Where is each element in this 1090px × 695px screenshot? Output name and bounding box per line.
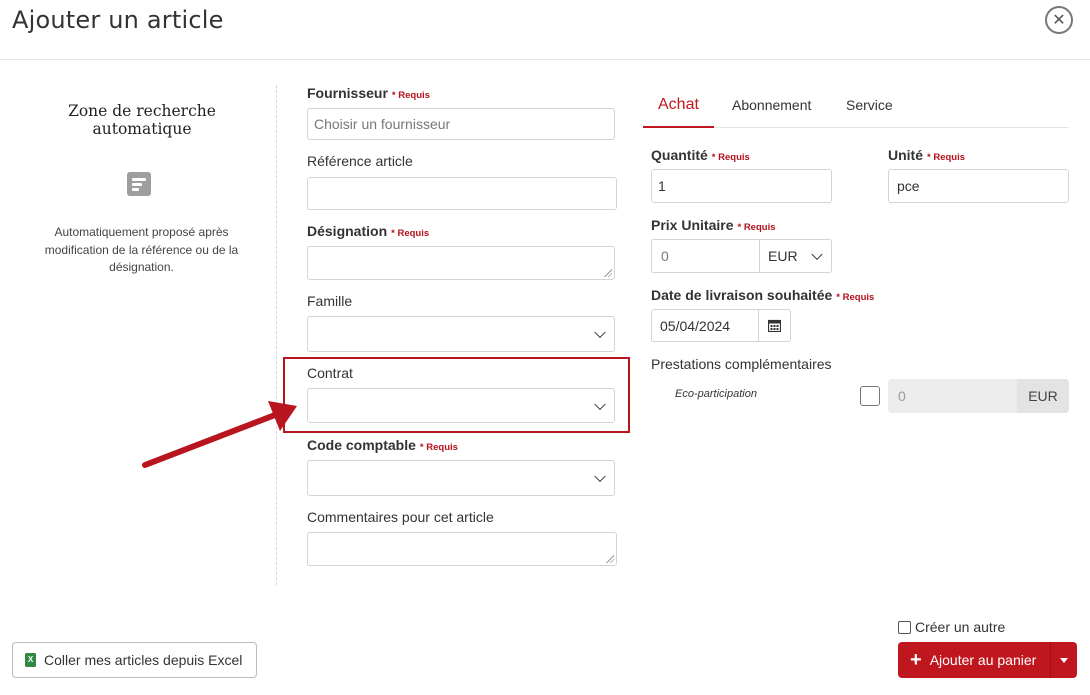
date-livraison-label: Date de livraison souhaitée * Requis	[651, 287, 875, 303]
chevron-down-icon	[594, 470, 606, 483]
reference-label: Référence article	[307, 153, 413, 169]
auto-search-title: Zone de recherche automatique	[68, 102, 216, 138]
creer-autre-checkbox[interactable]	[898, 620, 911, 634]
add-to-cart-button[interactable]: + Ajouter au panier	[898, 642, 1050, 678]
resize-handle-icon[interactable]	[606, 555, 614, 563]
header-divider	[0, 59, 1090, 60]
required-marker: * Requis	[927, 152, 966, 163]
resize-handle-icon[interactable]	[604, 269, 612, 277]
paste-from-excel-button[interactable]: X Coller mes articles depuis Excel	[12, 642, 257, 678]
highlight-box	[283, 357, 630, 433]
required-marker: * Requis	[391, 228, 430, 239]
required-marker: * Requis	[419, 442, 458, 453]
paste-from-excel-label: Coller mes articles depuis Excel	[44, 652, 243, 668]
chevron-down-icon	[811, 248, 823, 261]
prix-unitaire-input[interactable]: 0	[651, 239, 760, 273]
currency-select[interactable]: EUR	[759, 239, 832, 273]
caret-down-icon	[1060, 658, 1068, 663]
eco-participation-input[interactable]: 0	[888, 379, 1018, 413]
add-options-dropdown-button[interactable]	[1050, 642, 1077, 678]
document-lines-icon	[127, 172, 151, 196]
required-marker: * Requis	[711, 152, 750, 163]
code-comptable-select[interactable]	[307, 460, 615, 496]
commentaires-textarea[interactable]	[307, 532, 617, 566]
famille-label: Famille	[307, 293, 353, 309]
date-livraison-input[interactable]: 05/04/2024	[651, 309, 759, 342]
tab-achat[interactable]: Achat	[658, 96, 699, 114]
date-picker-button[interactable]	[758, 309, 791, 342]
close-icon: ✕	[1052, 12, 1066, 29]
eco-participation-checkbox[interactable]	[860, 386, 880, 406]
chevron-down-icon	[594, 326, 606, 339]
prestations-label: Prestations complémentaires	[651, 356, 832, 372]
code-comptable-label: Code comptable * Requis	[307, 437, 458, 453]
eco-participation-label: Eco-participation	[675, 388, 757, 400]
calendar-icon	[768, 319, 781, 332]
creer-autre-option[interactable]: Créer un autre	[898, 619, 1005, 635]
excel-icon: X	[25, 653, 36, 667]
designation-textarea[interactable]	[307, 246, 615, 280]
fournisseur-label: Fournisseur * Requis	[307, 85, 430, 101]
close-button[interactable]: ✕	[1045, 6, 1073, 34]
required-marker: * Requis	[737, 222, 776, 233]
famille-select[interactable]	[307, 316, 615, 352]
designation-label: Désignation * Requis	[307, 223, 430, 239]
panel-divider	[276, 85, 277, 585]
add-to-cart-label: Ajouter au panier	[929, 652, 1037, 668]
fournisseur-select[interactable]: Choisir un fournisseur	[307, 108, 615, 140]
eco-currency-addon: EUR	[1017, 379, 1069, 413]
required-marker: * Requis	[391, 90, 430, 101]
annotation-arrow-icon	[142, 401, 297, 468]
modal-title: Ajouter un article	[12, 6, 224, 34]
plus-icon: +	[910, 649, 922, 671]
commentaires-label: Commentaires pour cet article	[307, 509, 494, 525]
required-marker: * Requis	[836, 292, 875, 303]
prix-unitaire-label: Prix Unitaire * Requis	[651, 217, 776, 233]
unite-input[interactable]: pce	[888, 169, 1069, 203]
quantite-label: Quantité * Requis	[651, 147, 750, 163]
quantite-input[interactable]: 1	[651, 169, 832, 203]
active-tab-indicator	[643, 126, 714, 128]
unite-label: Unité * Requis	[888, 147, 966, 163]
tab-abonnement[interactable]: Abonnement	[732, 97, 811, 113]
creer-autre-label: Créer un autre	[915, 619, 1006, 635]
reference-input[interactable]	[307, 177, 617, 210]
tab-service[interactable]: Service	[846, 97, 893, 113]
auto-search-description: Automatiquement proposé après modificati…	[44, 225, 239, 274]
